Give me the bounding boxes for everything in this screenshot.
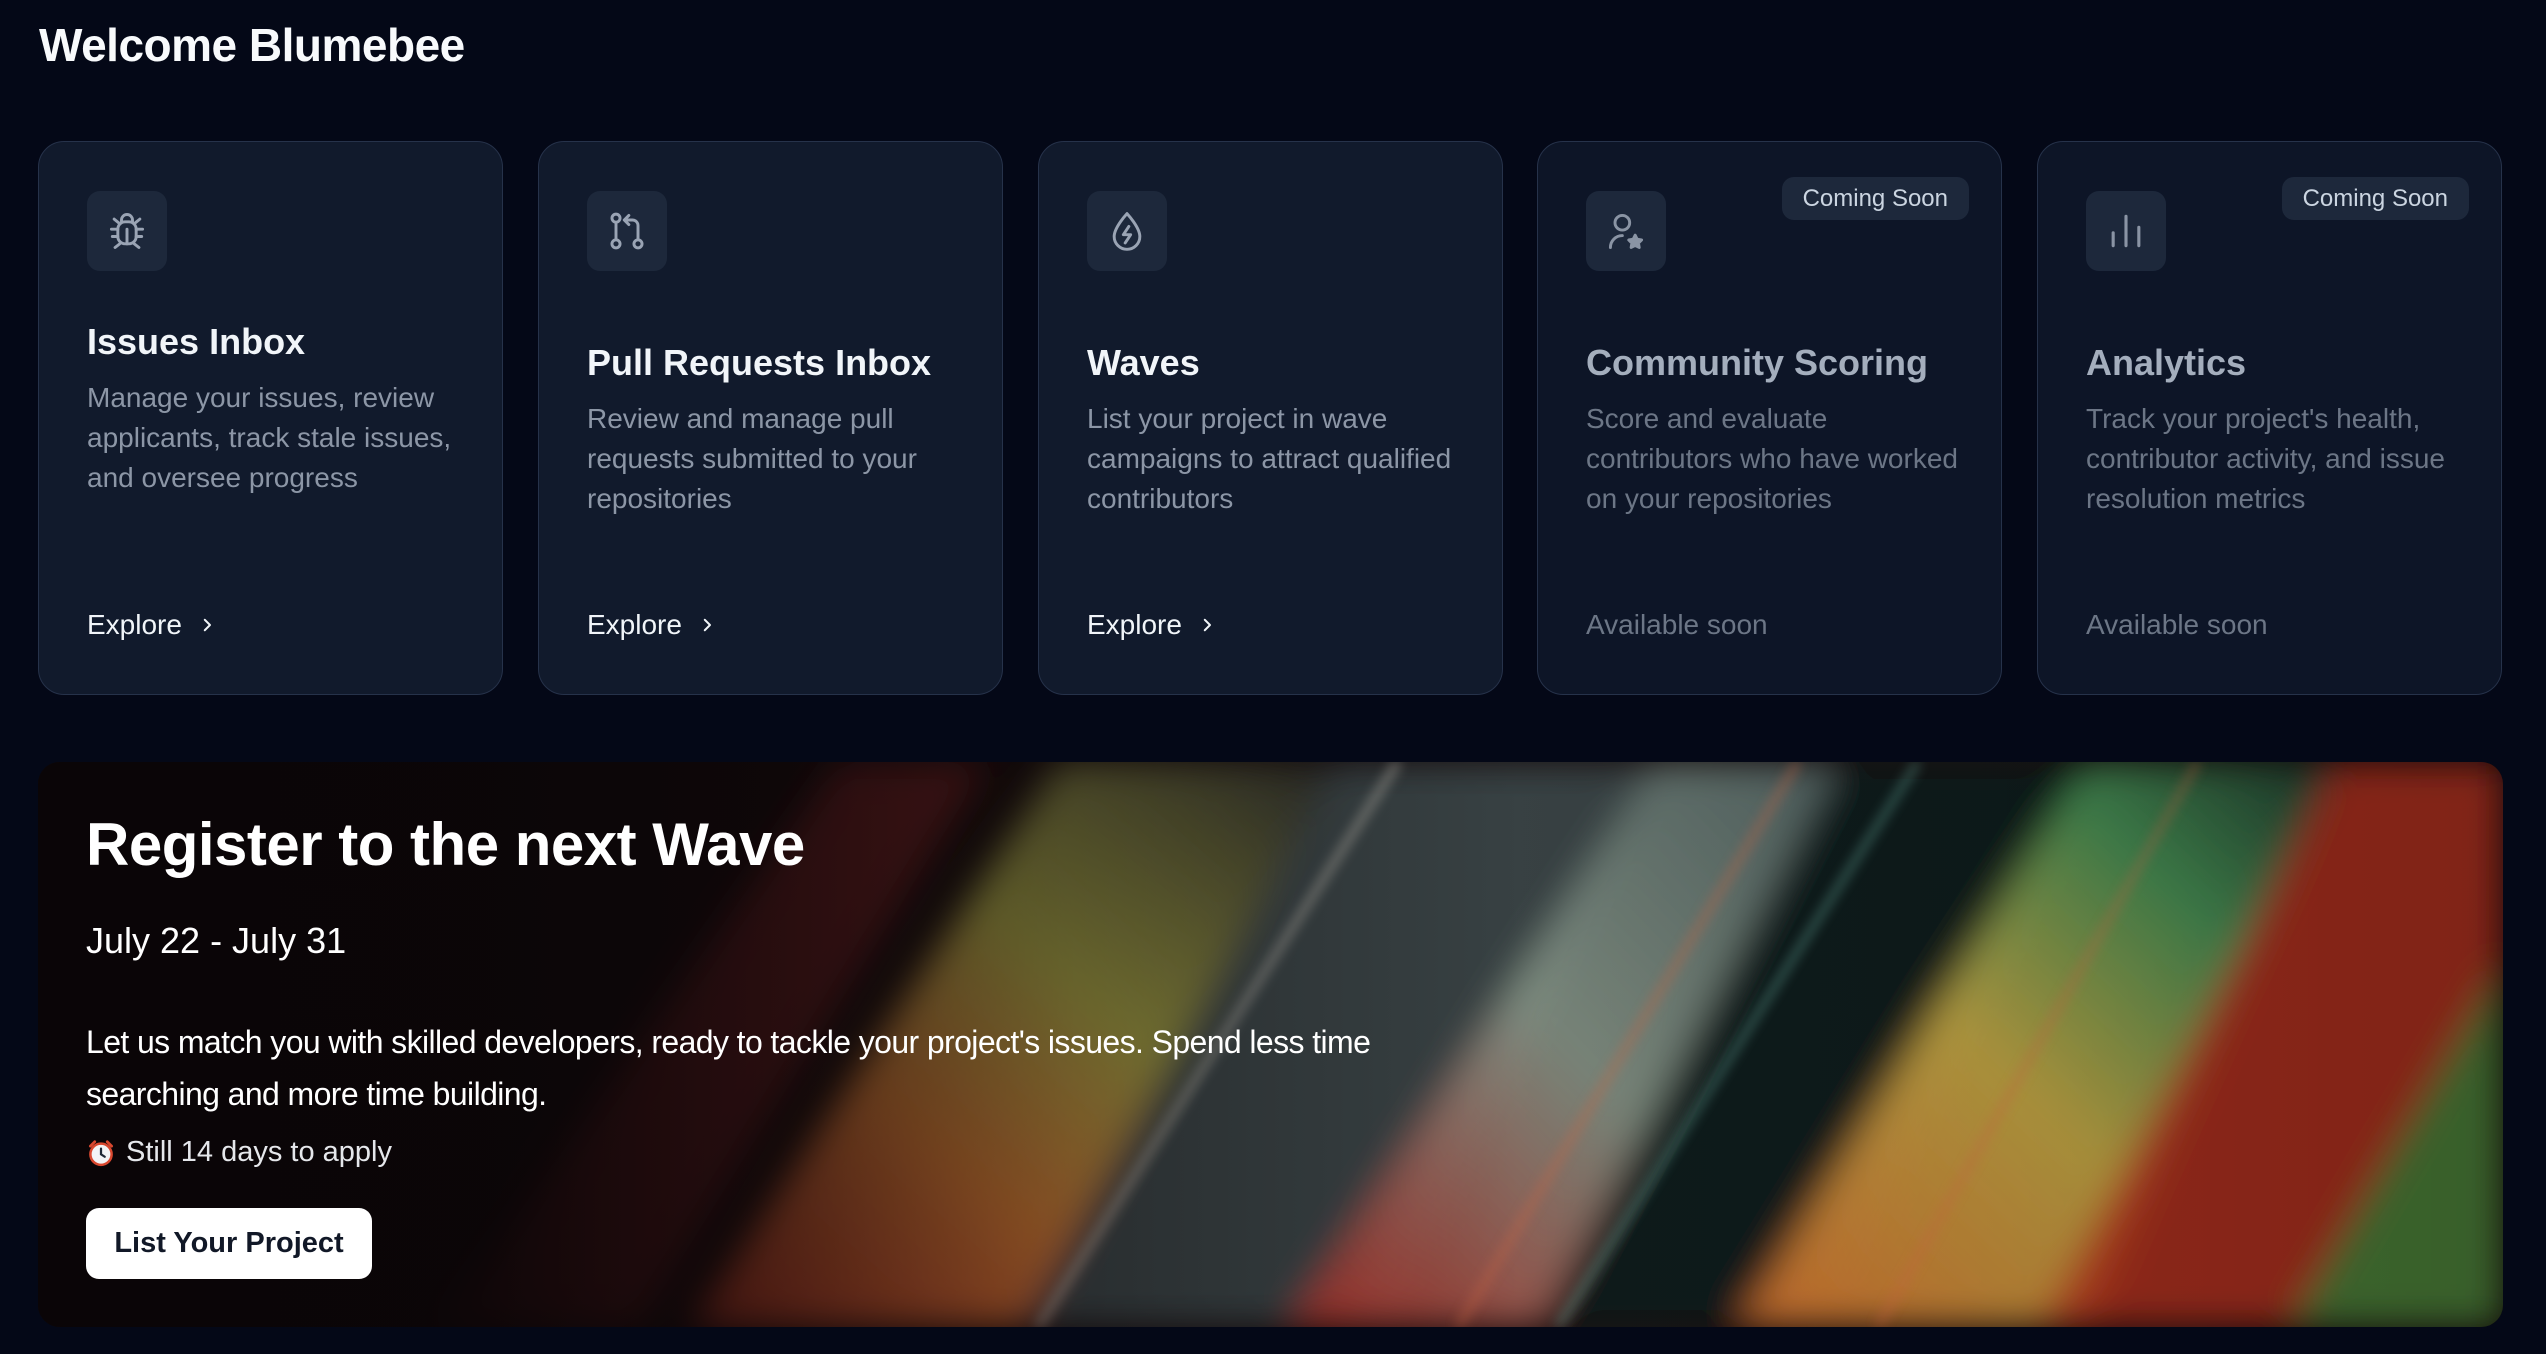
bug-icon: [87, 191, 167, 271]
card-title: Community Scoring: [1586, 342, 1929, 383]
user-star-icon: [1586, 191, 1666, 271]
available-soon-label: Available soon: [2086, 609, 2268, 640]
banner-description: Let us match you with skilled developers…: [86, 1024, 1371, 1112]
wave-banner: Register to the next Wave July 22 - July…: [38, 762, 2503, 1327]
card-description: List your project in wave campaigns to a…: [1087, 403, 1452, 514]
card-description: Review and manage pull requests submitte…: [587, 403, 917, 514]
card-title: Waves: [1087, 342, 1200, 383]
card-description: Score and evaluate contributors who have…: [1586, 403, 1958, 514]
droplet-bolt-icon: [1087, 191, 1167, 271]
bar-chart-icon: [2086, 191, 2166, 271]
card-title: Pull Requests Inbox: [587, 342, 932, 383]
pull-request-icon: [587, 191, 667, 271]
alarm-clock-icon: [89, 1139, 113, 1166]
coming-soon-badge: Coming Soon: [1781, 177, 1969, 220]
chevron-right-icon: [1203, 618, 1211, 632]
card-title: Analytics: [2086, 342, 2247, 383]
list-your-project-button[interactable]: List Your Project: [86, 1208, 372, 1279]
card-pull-requests-inbox[interactable]: Pull Requests Inbox Review and manage pu…: [538, 141, 1003, 695]
countdown: Still 14 days to apply: [86, 1136, 392, 1169]
explore-label: Explore: [87, 609, 182, 640]
available-soon-label: Available soon: [1586, 609, 1768, 640]
explore-link[interactable]: Explore: [587, 609, 716, 641]
explore-label: Explore: [1087, 609, 1182, 640]
card-description: Manage your issues, review applicants, t…: [87, 382, 452, 493]
explore-label: Explore: [587, 609, 682, 640]
chevron-right-icon: [703, 618, 711, 632]
feature-cards: Issues Inbox Manage your issues, review …: [38, 141, 2503, 697]
card-description: Track your project's health, contributor…: [2086, 403, 2445, 514]
card-title: Issues Inbox: [87, 321, 306, 362]
banner-dates: July 22 - July 31: [86, 920, 347, 961]
card-waves[interactable]: Waves List your project in wave campaign…: [1038, 141, 1503, 695]
coming-soon-badge: Coming Soon: [2281, 177, 2469, 220]
card-analytics: Coming Soon Analytics Track your project…: [2037, 141, 2502, 695]
explore-link[interactable]: Explore: [87, 609, 216, 641]
card-issues-inbox[interactable]: Issues Inbox Manage your issues, review …: [38, 141, 503, 695]
banner-title: Register to the next Wave: [86, 811, 805, 878]
card-community-scoring: Coming Soon Community Scoring Score and …: [1537, 141, 2002, 695]
explore-link[interactable]: Explore: [1087, 609, 1216, 641]
chevron-right-icon: [203, 618, 211, 632]
countdown-text: Still 14 days to apply: [126, 1136, 392, 1168]
page-title: Welcome Blumebee: [39, 19, 465, 71]
